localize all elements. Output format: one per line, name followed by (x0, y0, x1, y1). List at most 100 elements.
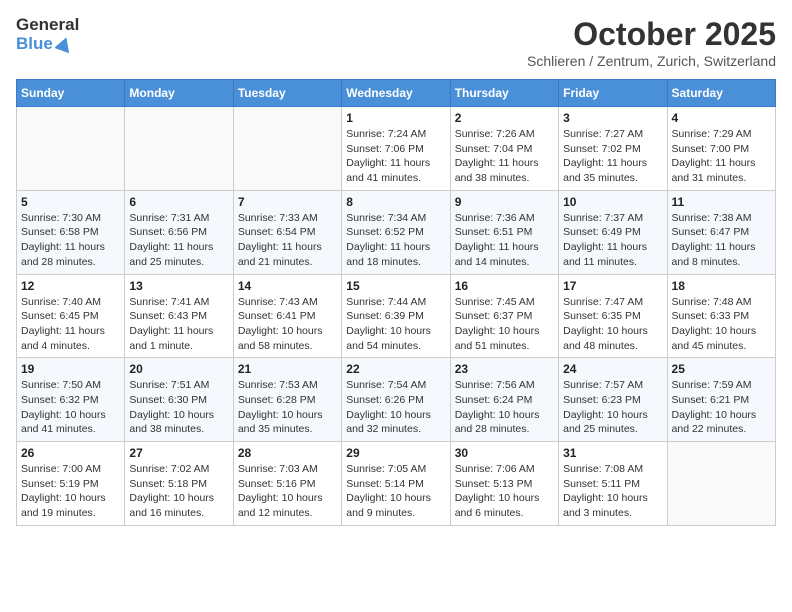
day-number: 12 (21, 279, 120, 293)
day-info: Sunrise: 7:33 AMSunset: 6:54 PMDaylight:… (238, 211, 337, 270)
weekday-header-thursday: Thursday (450, 80, 558, 107)
calendar-cell: 31Sunrise: 7:08 AMSunset: 5:11 PMDayligh… (559, 442, 667, 526)
day-number: 3 (563, 111, 662, 125)
month-title: October 2025 (527, 16, 776, 53)
calendar-cell (17, 107, 125, 191)
calendar-week-row: 12 Sunrise: 7:40 AMSunset: 6:45 PMDayligh… (17, 274, 776, 358)
calendar-cell: 26 Sunrise: 7:00 AMSunset: 5:19 PMDayligh… (17, 442, 125, 526)
day-info: Sunrise: 7:53 AMSunset: 6:28 PMDaylight:… (238, 378, 337, 437)
calendar-cell: 1Sunrise: 7:24 AMSunset: 7:06 PMDaylight… (342, 107, 450, 191)
day-number: 26 (21, 446, 120, 460)
day-info: Sunrise: 7:40 AMSunset: 6:45 PMDaylight:… (21, 295, 120, 354)
logo-icon (55, 35, 73, 53)
day-info: Sunrise: 7:34 AMSunset: 6:52 PMDaylight:… (346, 211, 445, 270)
day-number: 27 (129, 446, 228, 460)
calendar-cell (125, 107, 233, 191)
weekday-header-row: SundayMondayTuesdayWednesdayThursdayFrid… (17, 80, 776, 107)
day-number: 17 (563, 279, 662, 293)
logo: General Blue (16, 16, 79, 53)
calendar-week-row: 5 Sunrise: 7:30 AMSunset: 6:58 PMDaylight… (17, 190, 776, 274)
day-info: Sunrise: 7:50 AMSunset: 6:32 PMDaylight:… (21, 378, 120, 437)
day-number: 2 (455, 111, 554, 125)
calendar-cell (233, 107, 341, 191)
calendar-cell: 2 Sunrise: 7:26 AMSunset: 7:04 PMDaylight… (450, 107, 558, 191)
day-info: Sunrise: 7:06 AMSunset: 5:13 PMDaylight:… (455, 462, 554, 521)
day-number: 6 (129, 195, 228, 209)
day-info: Sunrise: 7:31 AMSunset: 6:56 PMDaylight:… (129, 211, 228, 270)
calendar-cell: 8 Sunrise: 7:34 AMSunset: 6:52 PMDaylight… (342, 190, 450, 274)
day-info: Sunrise: 7:44 AMSunset: 6:39 PMDaylight:… (346, 295, 445, 354)
title-area: October 2025 Schlieren / Zentrum, Zurich… (527, 16, 776, 69)
day-number: 21 (238, 362, 337, 376)
day-number: 20 (129, 362, 228, 376)
calendar-cell: 11Sunrise: 7:38 AMSunset: 6:47 PMDayligh… (667, 190, 775, 274)
day-info: Sunrise: 7:37 AMSunset: 6:49 PMDaylight:… (563, 211, 662, 270)
calendar-week-row: 19 Sunrise: 7:50 AMSunset: 6:32 PMDayligh… (17, 358, 776, 442)
day-info: Sunrise: 7:30 AMSunset: 6:58 PMDaylight:… (21, 211, 120, 270)
day-info: Sunrise: 7:56 AMSunset: 6:24 PMDaylight:… (455, 378, 554, 437)
day-number: 18 (672, 279, 771, 293)
calendar-cell: 10 Sunrise: 7:37 AMSunset: 6:49 PMDayligh… (559, 190, 667, 274)
calendar-cell: 25Sunrise: 7:59 AMSunset: 6:21 PMDayligh… (667, 358, 775, 442)
calendar-cell: 20Sunrise: 7:51 AMSunset: 6:30 PMDayligh… (125, 358, 233, 442)
page-header: General Blue October 2025 Schlieren / Ze… (16, 16, 776, 69)
calendar-cell: 12 Sunrise: 7:40 AMSunset: 6:45 PMDayligh… (17, 274, 125, 358)
logo-blue: Blue (16, 35, 79, 54)
calendar-cell: 27Sunrise: 7:02 AMSunset: 5:18 PMDayligh… (125, 442, 233, 526)
location-title: Schlieren / Zentrum, Zurich, Switzerland (527, 53, 776, 69)
day-number: 28 (238, 446, 337, 460)
calendar-cell: 21 Sunrise: 7:53 AMSunset: 6:28 PMDayligh… (233, 358, 341, 442)
logo-general: General (16, 16, 79, 35)
calendar-cell: 16Sunrise: 7:45 AMSunset: 6:37 PMDayligh… (450, 274, 558, 358)
calendar-week-row: 1Sunrise: 7:24 AMSunset: 7:06 PMDaylight… (17, 107, 776, 191)
day-number: 19 (21, 362, 120, 376)
day-number: 15 (346, 279, 445, 293)
calendar-cell: 28 Sunrise: 7:03 AMSunset: 5:16 PMDayligh… (233, 442, 341, 526)
weekday-header-tuesday: Tuesday (233, 80, 341, 107)
calendar-table: SundayMondayTuesdayWednesdayThursdayFrid… (16, 79, 776, 526)
day-number: 7 (238, 195, 337, 209)
calendar-cell: 29Sunrise: 7:05 AMSunset: 5:14 PMDayligh… (342, 442, 450, 526)
day-number: 25 (672, 362, 771, 376)
day-info: Sunrise: 7:26 AMSunset: 7:04 PMDaylight:… (455, 127, 554, 186)
day-number: 8 (346, 195, 445, 209)
calendar-week-row: 26 Sunrise: 7:00 AMSunset: 5:19 PMDayligh… (17, 442, 776, 526)
calendar-cell: 17Sunrise: 7:47 AMSunset: 6:35 PMDayligh… (559, 274, 667, 358)
day-number: 22 (346, 362, 445, 376)
day-info: Sunrise: 7:00 AMSunset: 5:19 PMDaylight:… (21, 462, 120, 521)
calendar-cell: 24 Sunrise: 7:57 AMSunset: 6:23 PMDayligh… (559, 358, 667, 442)
day-info: Sunrise: 7:03 AMSunset: 5:16 PMDaylight:… (238, 462, 337, 521)
calendar-cell (667, 442, 775, 526)
day-number: 29 (346, 446, 445, 460)
weekday-header-sunday: Sunday (17, 80, 125, 107)
day-info: Sunrise: 7:29 AMSunset: 7:00 PMDaylight:… (672, 127, 771, 186)
day-info: Sunrise: 7:36 AMSunset: 6:51 PMDaylight:… (455, 211, 554, 270)
day-info: Sunrise: 7:27 AMSunset: 7:02 PMDaylight:… (563, 127, 662, 186)
day-number: 13 (129, 279, 228, 293)
weekday-header-monday: Monday (125, 80, 233, 107)
day-number: 11 (672, 195, 771, 209)
day-number: 14 (238, 279, 337, 293)
calendar-cell: 23Sunrise: 7:56 AMSunset: 6:24 PMDayligh… (450, 358, 558, 442)
day-info: Sunrise: 7:57 AMSunset: 6:23 PMDaylight:… (563, 378, 662, 437)
calendar-cell: 9 Sunrise: 7:36 AMSunset: 6:51 PMDaylight… (450, 190, 558, 274)
day-number: 10 (563, 195, 662, 209)
calendar-cell: 18 Sunrise: 7:48 AMSunset: 6:33 PMDayligh… (667, 274, 775, 358)
day-number: 24 (563, 362, 662, 376)
weekday-header-friday: Friday (559, 80, 667, 107)
day-number: 30 (455, 446, 554, 460)
calendar-cell: 7 Sunrise: 7:33 AMSunset: 6:54 PMDaylight… (233, 190, 341, 274)
weekday-header-saturday: Saturday (667, 80, 775, 107)
day-number: 5 (21, 195, 120, 209)
day-info: Sunrise: 7:08 AMSunset: 5:11 PMDaylight:… (563, 462, 662, 521)
day-info: Sunrise: 7:48 AMSunset: 6:33 PMDaylight:… (672, 295, 771, 354)
day-info: Sunrise: 7:43 AMSunset: 6:41 PMDaylight:… (238, 295, 337, 354)
calendar-cell: 4Sunrise: 7:29 AMSunset: 7:00 PMDaylight… (667, 107, 775, 191)
calendar-cell: 13Sunrise: 7:41 AMSunset: 6:43 PMDayligh… (125, 274, 233, 358)
day-number: 9 (455, 195, 554, 209)
calendar-cell: 3 Sunrise: 7:27 AMSunset: 7:02 PMDaylight… (559, 107, 667, 191)
calendar-cell: 14 Sunrise: 7:43 AMSunset: 6:41 PMDayligh… (233, 274, 341, 358)
day-info: Sunrise: 7:54 AMSunset: 6:26 PMDaylight:… (346, 378, 445, 437)
calendar-cell: 15 Sunrise: 7:44 AMSunset: 6:39 PMDayligh… (342, 274, 450, 358)
weekday-header-wednesday: Wednesday (342, 80, 450, 107)
